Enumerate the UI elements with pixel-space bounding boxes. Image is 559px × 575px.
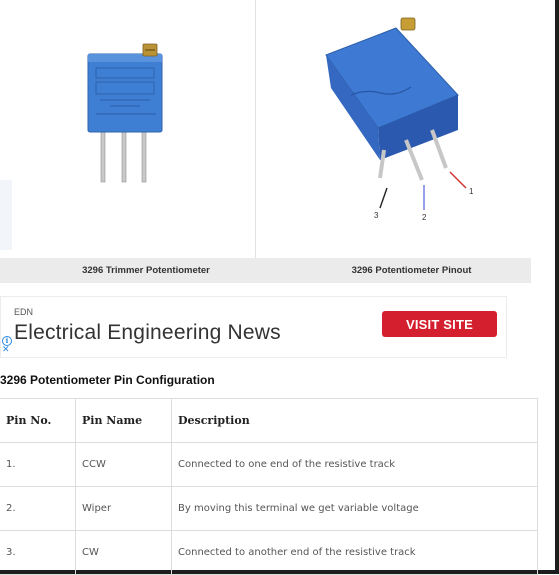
pin-name-cell: Wiper — [75, 486, 172, 531]
trimmer-potentiometer-photo — [0, 43, 163, 250]
potentiometer-pinout-photo — [325, 17, 467, 210]
pinout-caption: 3296 Potentiometer Pinout — [351, 265, 472, 276]
image-gallery: 3 2 1 — [0, 0, 555, 283]
trimmer-caption: 3296 Trimmer Potentiometer — [82, 265, 210, 276]
pin-number-cell: 1. — [0, 442, 76, 487]
table-row: 2. Wiper By moving this terminal we get … — [0, 486, 538, 531]
window-frame-right — [555, 0, 559, 574]
ad-title[interactable]: Electrical Engineering News — [14, 321, 281, 345]
pin-number-cell: 3. — [0, 530, 76, 575]
pin-configuration-table: Pin No. Pin Name Description 1. CCW Conn… — [0, 398, 538, 575]
table-row: 1. CCW Connected to one end of the resis… — [0, 442, 538, 487]
section-heading: 3296 Potentiometer Pin Configuration — [0, 373, 215, 387]
pin-name-cell: CW — [75, 530, 172, 575]
pin-description-cell: Connected to another end of the resistiv… — [171, 530, 538, 575]
table-row: 3. CW Connected to another end of the re… — [0, 530, 538, 575]
trimmer-potentiometer-image[interactable] — [0, 0, 255, 258]
pin-number-cell: 2. — [0, 486, 76, 531]
visit-site-button[interactable]: VISIT SITE — [382, 311, 497, 337]
ad-brand: EDN — [14, 307, 34, 317]
table-header-row: Pin No. Pin Name Description — [0, 398, 538, 443]
pin-description-cell: Connected to one end of the resistive tr… — [171, 442, 538, 487]
image-captions: 3296 Trimmer Potentiometer 3296 Potentio… — [0, 258, 531, 283]
pin-1-label: 1 — [469, 187, 474, 196]
advertisement-banner[interactable]: EDN Electrical Engineering News i ✕ VISI… — [0, 296, 507, 358]
pin-3-label: 3 — [374, 211, 379, 220]
pin-name-cell: CCW — [75, 442, 172, 487]
potentiometer-pinout-image[interactable]: 3 2 1 — [256, 0, 555, 258]
header-description: Description — [171, 398, 538, 443]
pin-2-label: 2 — [422, 213, 427, 222]
header-pin-no: Pin No. — [0, 398, 76, 443]
pin-description-cell: By moving this terminal we get variable … — [171, 486, 538, 531]
close-icon[interactable]: ✕ — [2, 345, 10, 354]
header-pin-name: Pin Name — [75, 398, 172, 443]
